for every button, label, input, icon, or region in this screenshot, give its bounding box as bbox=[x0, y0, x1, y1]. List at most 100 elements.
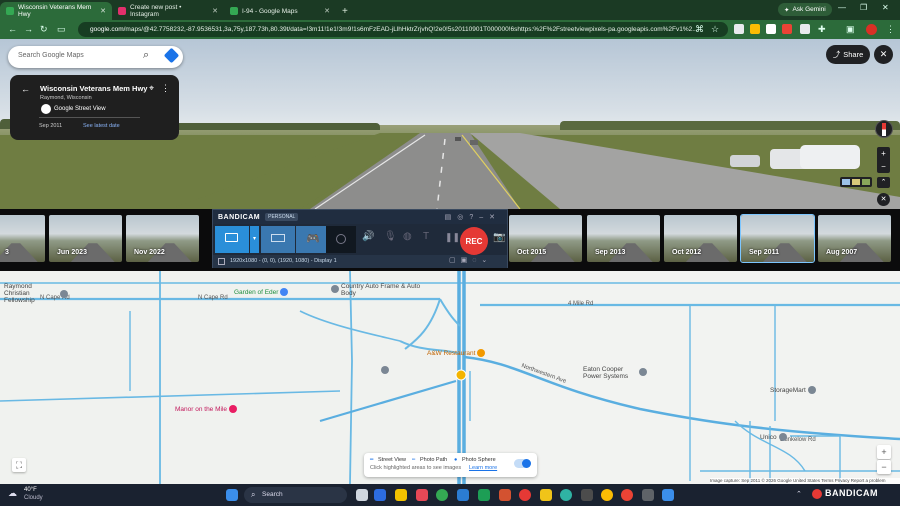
timeline-thumb[interactable]: Sep 2013 bbox=[587, 215, 660, 262]
extension-icon[interactable] bbox=[734, 24, 744, 34]
tab-instagram[interactable]: Create new post • Instagram ✕ bbox=[112, 2, 224, 20]
new-tab-button[interactable]: + bbox=[342, 2, 348, 20]
menu-kebab-icon[interactable]: ⋮ bbox=[886, 24, 895, 35]
minimize-icon[interactable]: — bbox=[838, 3, 846, 12]
map-zoom-out-icon[interactable]: − bbox=[877, 460, 891, 474]
close-tab-icon[interactable]: ✕ bbox=[324, 7, 330, 15]
word-icon[interactable] bbox=[457, 489, 469, 501]
poi-storagemart[interactable]: StorageMart bbox=[770, 386, 816, 394]
file-explorer-icon[interactable] bbox=[395, 489, 407, 501]
back-arrow-icon[interactable]: ← bbox=[21, 84, 30, 94]
extension-icon[interactable] bbox=[750, 24, 760, 34]
side-panel-icon[interactable]: ▭ bbox=[57, 24, 66, 35]
region-checkbox[interactable] bbox=[218, 258, 225, 265]
security-icon[interactable] bbox=[662, 489, 674, 501]
search-icon[interactable]: ⌕ bbox=[143, 49, 149, 62]
timeline-thumb[interactable]: 3 bbox=[0, 215, 45, 262]
poi-church[interactable]: Raymond Christian Fellowship bbox=[4, 283, 68, 304]
close-tab-icon[interactable]: ✕ bbox=[212, 7, 218, 15]
share-button[interactable]: ⤴ Share bbox=[826, 45, 870, 64]
search-box[interactable]: Search Google Maps ⌕ bbox=[8, 46, 183, 68]
close-streetview-button[interactable]: ✕ bbox=[874, 45, 893, 64]
tab-search-icon[interactable]: ▣ bbox=[846, 24, 855, 35]
bandicam-window-controls[interactable]: ▤◎?–✕ bbox=[445, 213, 501, 221]
start-windows-icon[interactable] bbox=[226, 489, 238, 501]
translate-icon[interactable]: ⌘ bbox=[695, 24, 704, 35]
chrome-icon[interactable] bbox=[601, 489, 613, 501]
map-zoom-in-icon[interactable]: + bbox=[877, 445, 891, 459]
close-tab-icon[interactable]: ✕ bbox=[100, 7, 106, 15]
back-icon[interactable]: ← bbox=[8, 24, 17, 34]
edge-icon[interactable] bbox=[560, 489, 572, 501]
profile-avatar[interactable] bbox=[866, 24, 877, 35]
tray-chevron-icon[interactable]: ⌃ bbox=[796, 490, 802, 498]
screen-mode-dropdown-icon[interactable]: ▾ bbox=[250, 226, 259, 253]
bandicam-tray-icon[interactable] bbox=[812, 489, 822, 499]
poi-auto-body[interactable]: Country Auto Frame & Auto Body bbox=[331, 283, 421, 297]
bandicam-titlebar[interactable]: BANDICAM PERSONAL ▤◎?–✕ bbox=[213, 210, 507, 224]
window-close-icon[interactable]: ✕ bbox=[882, 3, 889, 12]
game-mode-icon[interactable]: 🎮 bbox=[296, 226, 330, 253]
record-button[interactable]: REC bbox=[460, 227, 488, 255]
timeline-thumb[interactable]: Jun 2023 bbox=[49, 215, 122, 262]
poi-aw-restaurant[interactable]: A&W Restaurant bbox=[427, 349, 486, 357]
see-latest-date-link[interactable]: See latest date bbox=[83, 123, 120, 129]
chrome-icon[interactable] bbox=[436, 489, 448, 501]
ask-gemini-button[interactable]: ✦ Ask Gemini bbox=[778, 3, 832, 16]
more-options-icon[interactable]: ⋮ bbox=[161, 83, 170, 94]
bandicam-taskbar-icon[interactable] bbox=[519, 489, 531, 501]
app-icon[interactable] bbox=[374, 489, 386, 501]
text-overlay-icon[interactable]: T bbox=[423, 231, 429, 242]
extension-icon[interactable] bbox=[782, 24, 792, 34]
compass-icon[interactable] bbox=[875, 120, 893, 138]
expand-chevron-icon[interactable]: ⌃ bbox=[877, 177, 890, 188]
timeline-thumb[interactable]: Nov 2022 bbox=[126, 215, 199, 262]
microphone-icon[interactable]: 🎙 bbox=[384, 231, 397, 242]
chrome-icon[interactable] bbox=[621, 489, 633, 501]
screenshot-camera-icon[interactable]: 📷 bbox=[493, 232, 505, 243]
app-icon[interactable] bbox=[581, 489, 593, 501]
fullscreen-map-icon[interactable]: ⛶ bbox=[12, 458, 26, 472]
zoom-out-icon[interactable]: − bbox=[877, 160, 890, 173]
reload-icon[interactable]: ↻ bbox=[40, 24, 48, 35]
status-tool-icons[interactable]: ▢▣◌⌄ bbox=[449, 256, 492, 264]
maximize-icon[interactable]: ❐ bbox=[860, 3, 867, 12]
speaker-icon[interactable]: 🔊 bbox=[362, 231, 374, 242]
timeline-thumb[interactable]: Oct 2015 bbox=[509, 215, 582, 262]
folder-icon[interactable] bbox=[540, 489, 552, 501]
bandicam-window[interactable]: BANDICAM PERSONAL ▤◎?–✕ ▾ 🎮 🔊 🎙 ◍ T ❚❚ R… bbox=[212, 209, 508, 268]
poi-eaton[interactable]: Eaton Cooper Power Systems bbox=[583, 366, 647, 380]
media-player-icon[interactable] bbox=[642, 489, 654, 501]
learn-more-link[interactable]: Learn more bbox=[469, 465, 497, 471]
pause-icon[interactable]: ❚❚ bbox=[445, 232, 460, 243]
poi-manor[interactable]: Manor on the Mile bbox=[175, 405, 238, 413]
tab-streetview[interactable]: Wisconsin Veterans Mem Hwy ✕ bbox=[0, 2, 112, 20]
close-timeline-icon[interactable]: ✕ bbox=[877, 193, 890, 206]
zoom-in-icon[interactable]: + bbox=[877, 147, 890, 160]
poi-garden[interactable]: Garden of Eder bbox=[234, 288, 289, 296]
fullscreen-mode-button[interactable] bbox=[261, 226, 295, 253]
timeline-thumb[interactable]: Oct 2012 bbox=[664, 215, 737, 262]
weather-temp[interactable]: 40°F bbox=[24, 487, 37, 493]
webcam-toggle-icon[interactable]: ◍ bbox=[403, 231, 412, 242]
streetview-layer-toggle[interactable] bbox=[514, 459, 531, 468]
extension-icon[interactable] bbox=[800, 24, 810, 34]
timeline-thumb-selected[interactable]: Sep 2011 bbox=[740, 214, 815, 263]
poi-unico[interactable]: Unico bbox=[760, 433, 787, 441]
extension-icon[interactable] bbox=[766, 24, 776, 34]
url-bar[interactable]: google.com/maps/@42.7758232,-87.9536531,… bbox=[78, 22, 728, 37]
screen-mode-button[interactable] bbox=[215, 226, 249, 253]
excel-icon[interactable] bbox=[478, 489, 490, 501]
webcam-preview[interactable] bbox=[326, 226, 356, 253]
powerpoint-icon[interactable] bbox=[499, 489, 511, 501]
zoom-controls[interactable]: + − bbox=[877, 147, 890, 173]
tab-i94-maps[interactable]: I-94 - Google Maps ✕ bbox=[224, 2, 336, 20]
task-view-icon[interactable] bbox=[356, 489, 368, 501]
location-pin-icon[interactable]: ⌖ bbox=[149, 83, 154, 94]
taskbar-search[interactable]: ⌕ Search bbox=[244, 487, 347, 503]
bookmark-star-icon[interactable]: ☆ bbox=[711, 24, 719, 35]
street-view-pane[interactable]: Search Google Maps ⌕ ← Wisconsin Veteran… bbox=[0, 39, 900, 209]
layer-thumbnails[interactable] bbox=[840, 177, 872, 187]
extensions-puzzle-icon[interactable]: ✚ bbox=[818, 24, 826, 35]
forward-icon[interactable]: → bbox=[24, 24, 33, 34]
